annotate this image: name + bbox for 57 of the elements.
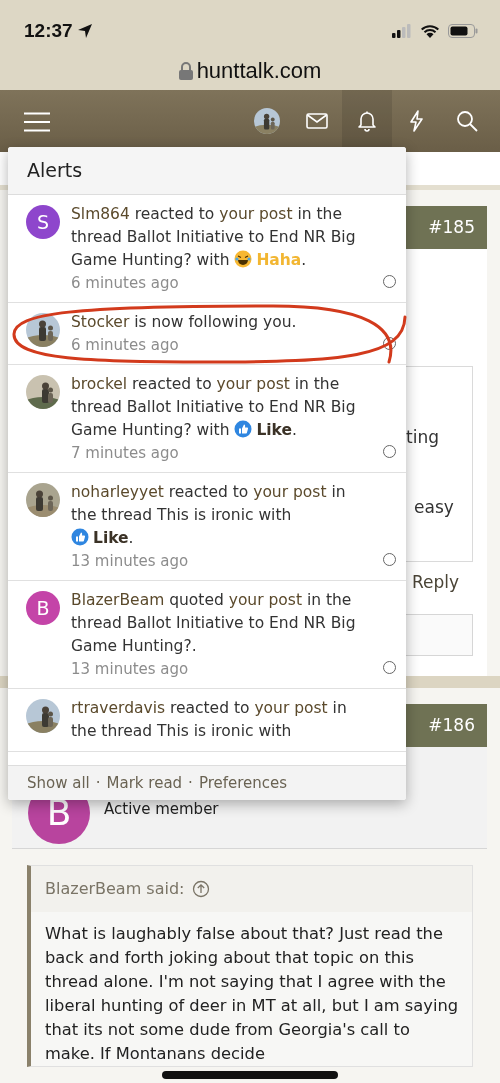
footer-link[interactable]: Preferences xyxy=(198,771,288,795)
jump-up-icon[interactable] xyxy=(192,880,211,898)
alert-link[interactable]: Slm864 xyxy=(71,205,130,223)
inbox-icon xyxy=(306,110,328,132)
alert-link[interactable]: your post xyxy=(253,483,327,501)
clock-time: 12:37 xyxy=(24,18,73,43)
battery-icon xyxy=(448,24,478,38)
alert-link[interactable]: BlazerBeam xyxy=(71,591,165,609)
alert-time: 6 minutes ago xyxy=(71,335,180,356)
alert-text: Slm864 reacted to your post in the thread Ballot Initiative to End NR Big Game Hunting? with Haha. xyxy=(71,204,357,271)
alert-link[interactable]: Stocker xyxy=(71,313,130,331)
alert-link[interactable]: noharleyyet xyxy=(71,483,164,501)
laughing-emoji-icon xyxy=(234,250,253,268)
alert-link[interactable]: brockel xyxy=(71,375,128,393)
footer-link[interactable]: Mark read xyxy=(106,771,183,795)
alert-time: 13 minutes ago xyxy=(71,659,190,680)
alert-item[interactable]: rtraverdavis reacted to your post in the thread This is ironic with xyxy=(8,689,406,752)
alert-link[interactable]: your post xyxy=(219,205,293,223)
thumbs-up-icon xyxy=(234,420,253,438)
signal-icon xyxy=(392,24,412,38)
alert-link[interactable]: your post xyxy=(228,591,302,609)
alert-time: 6 minutes ago xyxy=(71,273,180,294)
post-number[interactable]: #185 xyxy=(428,214,475,241)
alert-text: BlazerBeam quoted your post in the thread Ballot Initiative to End NR Big Game Hunting?. xyxy=(71,590,357,657)
alert-item[interactable]: B BlazerBeam quoted your post in the thread Ballot Initiative to End NR Big Game Hunting?. 13 minutes ago xyxy=(8,581,406,689)
menu-icon xyxy=(24,111,50,132)
alert-text: Stocker is now following you. xyxy=(71,312,298,333)
alert-link[interactable]: rtraverdavis xyxy=(71,699,166,717)
alert-text: brockel reacted to your post in the thread Ballot Initiative to End NR Big Game Hunting? with Like. xyxy=(71,374,357,441)
avatar: B xyxy=(26,591,60,625)
search-icon xyxy=(456,110,478,132)
post-text: easy xyxy=(414,496,454,519)
alert-item[interactable]: noharleyyet reacted to your post in the thread This is ironic with Like. 13 minutes ago xyxy=(8,473,406,581)
post-text: ting xyxy=(406,426,439,449)
bell-icon xyxy=(356,110,378,132)
lock-icon xyxy=(178,62,193,80)
alert-item[interactable]: Stocker is now following you. 6 minutes ago xyxy=(8,303,406,365)
user-role: Active member xyxy=(104,799,219,820)
alert-text: noharleyyet reacted to your post in the thread This is ironic with Like. xyxy=(71,482,347,549)
wifi-icon xyxy=(420,24,440,38)
alert-link[interactable]: your post xyxy=(216,375,290,393)
thumbs-up-icon xyxy=(71,528,89,546)
separator-dot: · xyxy=(188,772,193,794)
avatar: S xyxy=(26,205,60,239)
quote-text: What is laughably false about that? Just read the back and forth joking about that topic on this thread alone. I'm not saying that I agree with the liberal hunting of deer in MT at all, but I am saying that its not some dude from Georgia's call to make. If Montanans decide xyxy=(44,923,460,1065)
url-text[interactable]: hunttalk.com xyxy=(196,58,322,84)
alerts-title: Alerts xyxy=(27,158,83,184)
alert-item[interactable]: S Slm864 reacted to your post in the thread Ballot Initiative to End NR Big Game Hunting? with Haha. 6 minutes ago xyxy=(8,195,406,303)
location-arrow-icon xyxy=(76,23,93,39)
separator-dot: · xyxy=(95,772,101,794)
alert-text: rtraverdavis reacted to your post in the thread This is ironic with xyxy=(71,698,348,742)
quote-author[interactable]: BlazerBeam said: xyxy=(45,877,185,901)
post-number[interactable]: #186 xyxy=(428,712,475,739)
alert-item[interactable]: brockel reacted to your post in the thread Ballot Initiative to End NR Big Game Hunting? with Like. 7 minutes ago xyxy=(8,365,406,473)
alert-link[interactable]: your post xyxy=(254,699,328,717)
alert-time: 7 minutes ago xyxy=(71,443,180,464)
alert-time: 13 minutes ago xyxy=(71,551,190,572)
